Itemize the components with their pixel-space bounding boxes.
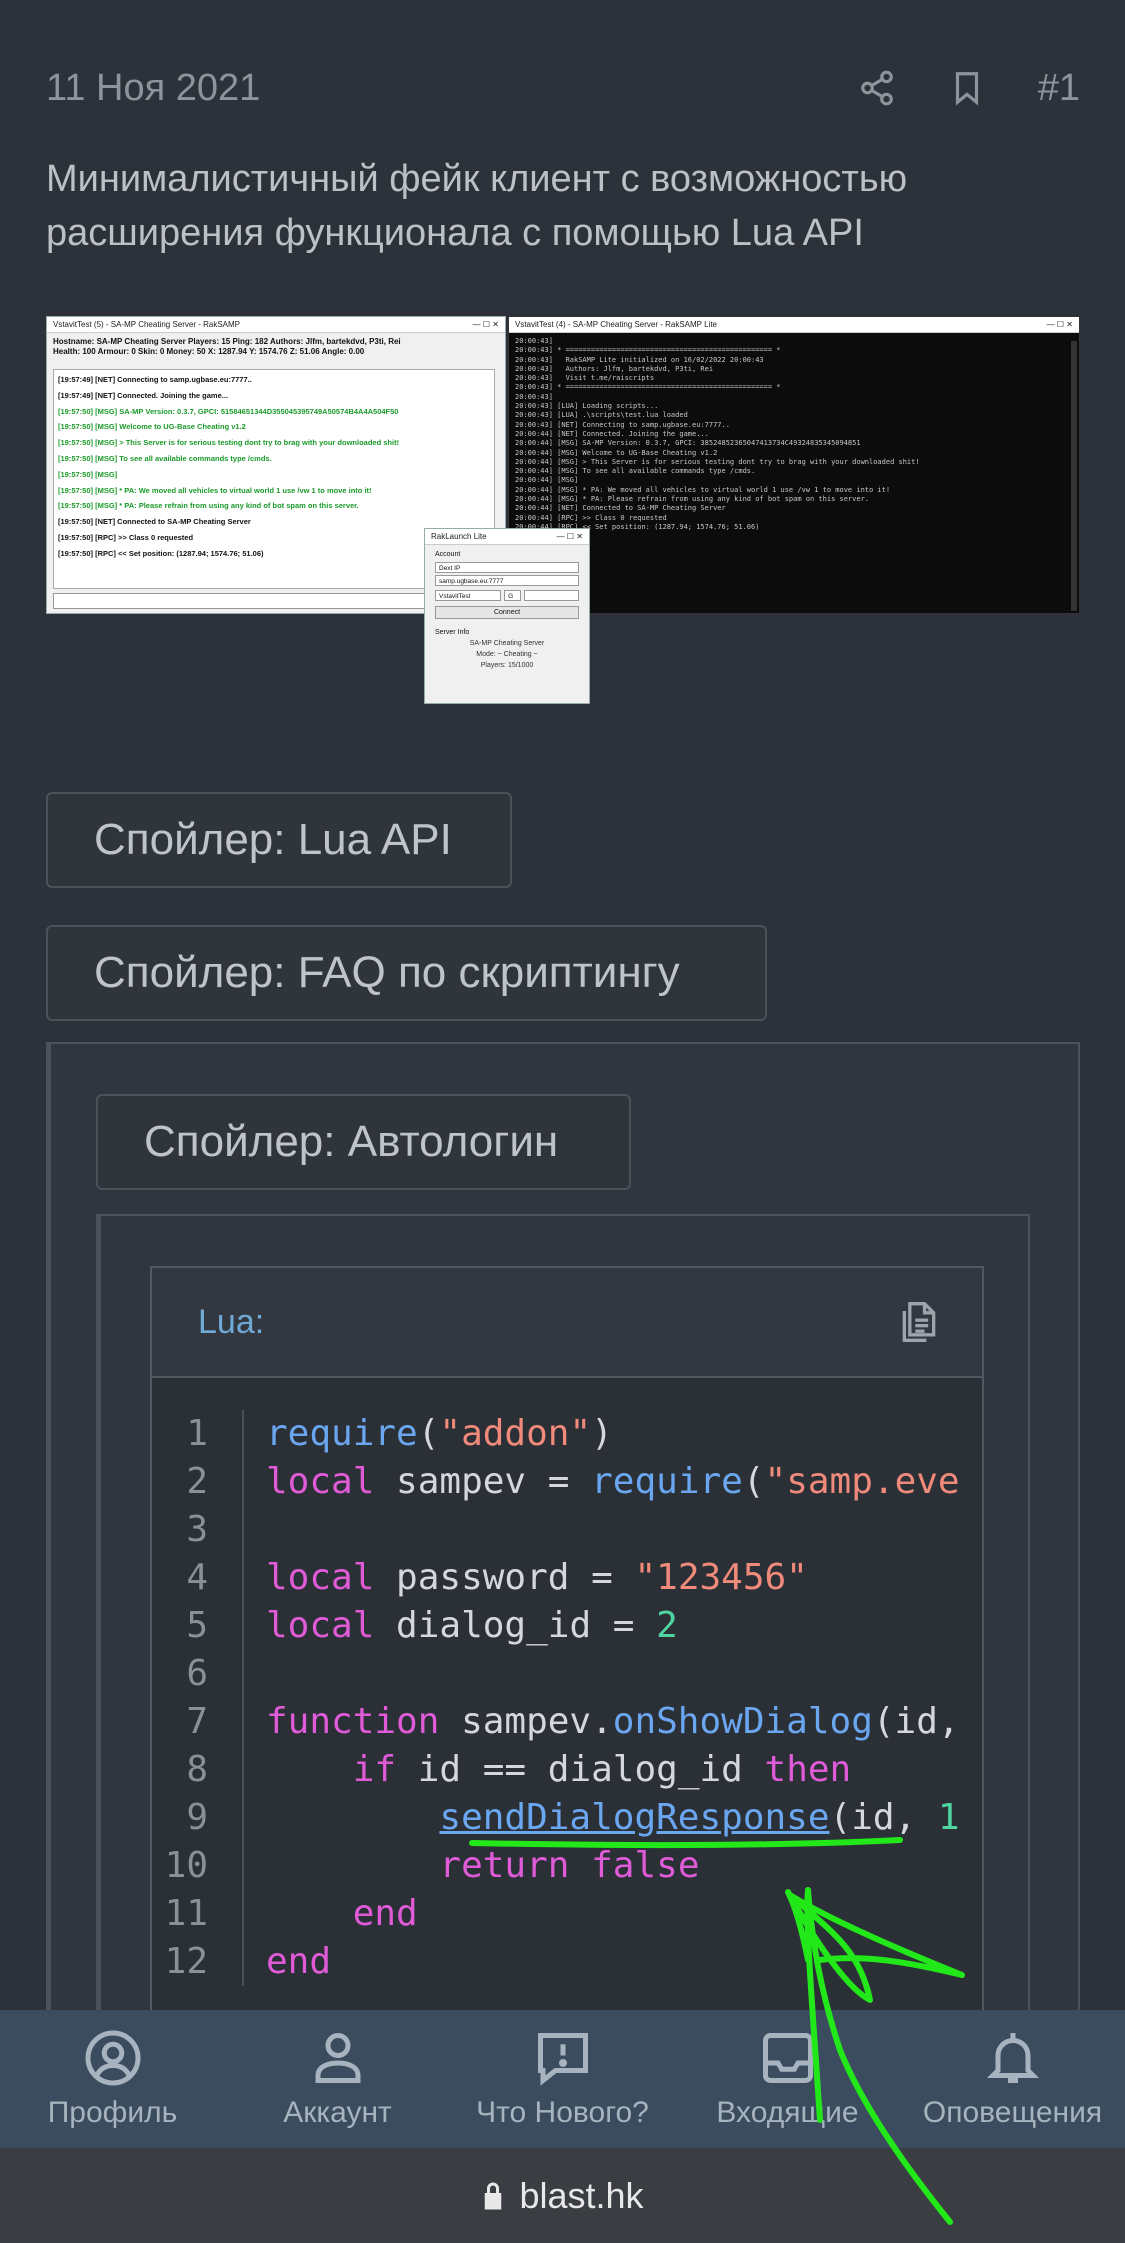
line-number: 12 (152, 1938, 244, 1986)
code-line: 12 end (152, 1938, 982, 1986)
code-line: 6 (152, 1650, 982, 1698)
nav-label: Профиль (47, 2096, 178, 2129)
launcher-players: Players: 15/1000 (480, 662, 534, 669)
bottom-nav: Профиль Аккаунт Что Нового? Входящие Опо… (0, 2010, 1125, 2148)
whats-new-icon (537, 2033, 588, 2086)
launcher-account-label: Account (435, 551, 461, 558)
nav-label: Аккаунт (283, 2096, 392, 2129)
launcher-window-screenshot: RakLaunch Lite — ☐ ✕ Account Dext IP samp… (424, 528, 590, 704)
code-line: 9 sendDialogResponse(id, 1 (152, 1794, 982, 1842)
post-actions: #1 (858, 67, 1080, 110)
log-line: [19:57:49] [NET] Connected. Joining the … (58, 390, 229, 400)
console-scrollbar (1071, 341, 1077, 611)
copy-code-icon[interactable] (900, 1300, 938, 1344)
code-line: 10 return false (152, 1842, 982, 1890)
launcher-mode: Mode: ~ Cheating ~ (476, 651, 538, 658)
spoiler-autologin[interactable]: Спойлер: Автологин (96, 1094, 631, 1190)
launcher-window-title: RakLaunch Lite (431, 532, 487, 541)
nav-label: Оповещения (922, 2096, 1103, 2129)
code-header: Lua: (152, 1268, 982, 1378)
client-header-line-2: Health: 100 Armour: 0 Skin: 0 Money: 50 … (53, 347, 365, 356)
account-icon (315, 2033, 360, 2083)
code-line: 3 (152, 1506, 982, 1554)
lock-icon (485, 2182, 502, 2209)
attachment-image[interactable]: VstavitTest (5) - SA-MP Cheating Server … (46, 316, 1080, 706)
line-number: 9 (152, 1794, 244, 1842)
nav-item-account[interactable]: Аккаунт (225, 2028, 450, 2130)
launcher-host-field: samp.ugbase.eu:7777 (435, 575, 579, 586)
client-header-line-1: Hostname: SA-MP Cheating Server Players:… (53, 337, 401, 346)
line-number: 10 (152, 1842, 244, 1890)
line-number: 4 (152, 1554, 244, 1602)
console-log: 20:00:43] 20:00:43] * ==================… (515, 337, 920, 531)
code-line: 5 local dialog_id = 2 (152, 1602, 982, 1650)
post-number-link[interactable]: #1 (1038, 67, 1080, 110)
line-number: 8 (152, 1746, 244, 1794)
launcher-nick-field: VstavitTest (435, 590, 502, 601)
launcher-server-info-label: Server Info (435, 629, 470, 636)
nav-item-whats-new[interactable]: Что Нового? (450, 2028, 675, 2130)
share-icon[interactable] (858, 69, 896, 107)
post-text: Минималистичный фейк клиент с возможност… (46, 158, 908, 254)
code-line: 7 function sampev.onShowDialog(id, (152, 1698, 982, 1746)
code-line: 8 if id == dialog_id then (152, 1746, 982, 1794)
console-window-title: VstavitTest (4) - SA-MP Cheating Server … (515, 320, 717, 329)
nav-item-inbox[interactable]: Входящие (675, 2028, 900, 2130)
code-language-label: Lua: (198, 1302, 265, 1341)
launcher-server-name: SA-MP Cheating Server (469, 640, 545, 647)
nav-label: Входящие (716, 2096, 859, 2129)
log-line: [19:57:50] [MSG] To see all available co… (58, 453, 272, 463)
nav-item-alerts[interactable]: Оповещения (900, 2028, 1125, 2130)
log-line: [19:57:50] [MSG] Welcome to UG-Base Chea… (58, 422, 246, 432)
browser-url-bar[interactable]: blast.hk (0, 2148, 1125, 2243)
spoiler-lua-api[interactable]: Спойлер: Lua API (46, 792, 512, 888)
log-line: [19:57:50] [MSG] > This Server is for se… (58, 438, 400, 448)
inbox-icon (762, 2033, 813, 2083)
log-line: [19:57:50] [MSG] * PA: We moved all vehi… (58, 485, 372, 495)
line-number: 11 (152, 1890, 244, 1938)
code-body: 1 require("addon") 2 local sampev = requir… (152, 1410, 982, 1986)
log-line: [19:57:50] [MSG] * PA: Please refrain fr… (58, 501, 359, 511)
code-line: 2 local sampev = require("samp.eve (152, 1458, 982, 1506)
line-number: 1 (152, 1410, 244, 1458)
line-number: 6 (152, 1650, 244, 1698)
nav-item-profile[interactable]: Профиль (0, 2028, 225, 2130)
profile-icon (85, 2030, 140, 2086)
code-line: 4 local password = "123456" (152, 1554, 982, 1602)
log-line: [19:57:50] [MSG] (58, 469, 118, 479)
spoiler-faq[interactable]: Спойлер: FAQ по скриптингу (46, 925, 767, 1021)
url-text: blast.hk (519, 2174, 644, 2216)
line-number: 2 (152, 1458, 244, 1506)
launcher-select: Dext IP (435, 562, 579, 573)
post-date: 11 Ноя 2021 (46, 66, 261, 109)
launcher-g-button: G (504, 590, 521, 601)
launcher-extra-field (523, 590, 579, 601)
client-window-title: VstavitTest (5) - SA-MP Cheating Server … (53, 320, 241, 329)
log-line: [19:57:50] [MSG] SA-MP Version: 0.3.7, G… (58, 406, 399, 416)
log-line: [19:57:49] [NET] Connecting to samp.ugba… (58, 375, 252, 384)
nav-label: Что Нового? (476, 2096, 649, 2129)
line-number: 5 (152, 1602, 244, 1650)
line-number: 7 (152, 1698, 244, 1746)
line-number: 3 (152, 1506, 244, 1554)
code-line: 11 end (152, 1890, 982, 1938)
bookmark-icon[interactable] (948, 69, 986, 107)
code-line: 1 require("addon") (152, 1410, 982, 1458)
console-window-screenshot: VstavitTest (4) - SA-MP Cheating Server … (508, 316, 1080, 614)
bell-icon (986, 2033, 1039, 2083)
launcher-connect-button: Connect (435, 606, 579, 619)
post-meta: 11 Ноя 2021 #1 (46, 60, 1080, 116)
